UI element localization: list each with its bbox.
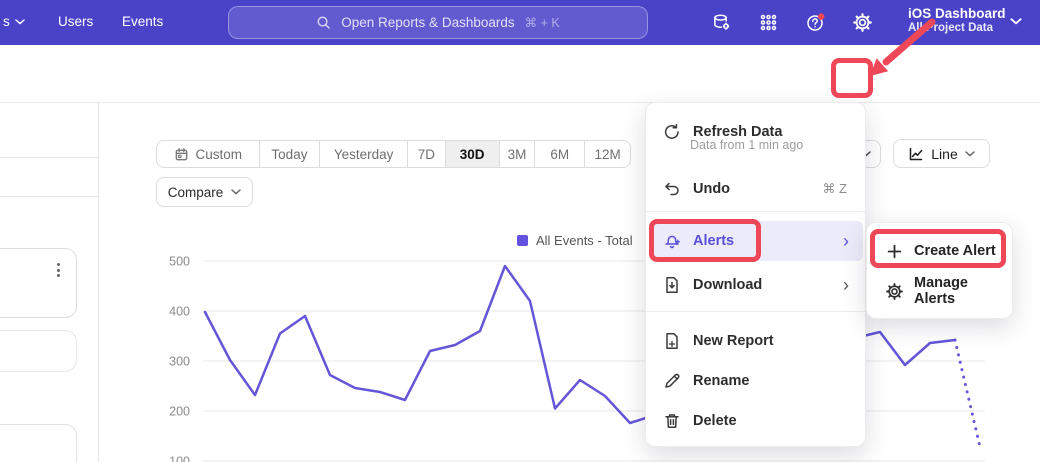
chevron-right-icon: › (843, 276, 849, 294)
gear-icon (886, 283, 903, 300)
date-range-yesterday[interactable]: Yesterday (319, 141, 407, 167)
alerts-submenu: Create Alert Manage Alerts (866, 222, 1013, 319)
menu-item-alerts[interactable]: Alerts › (650, 221, 863, 261)
dashboard-name: iOS Dashboard (908, 5, 1006, 22)
pencil-icon (663, 372, 681, 390)
app-window: s Users Events Open Reports & Dashboards… (0, 0, 1040, 462)
svg-text:200: 200 (169, 405, 190, 419)
menu-divider (646, 211, 867, 212)
search-placeholder: Open Reports & Dashboards (341, 15, 514, 30)
data-management-icon[interactable] (712, 13, 731, 32)
plus-icon (886, 243, 903, 260)
undo-shortcut: ⌘ Z (822, 181, 847, 197)
new-document-icon (663, 332, 681, 350)
legend-label: All Events - Total (536, 233, 633, 248)
undo-icon (663, 180, 681, 198)
svg-text:100: 100 (169, 455, 190, 462)
compare-button[interactable]: Compare (156, 177, 253, 207)
date-range-6m[interactable]: 6M (534, 141, 584, 167)
date-range-custom[interactable]: Custom (157, 141, 259, 167)
legend-swatch (517, 235, 528, 246)
help-icon[interactable] (806, 13, 825, 32)
chevron-down-icon (1010, 18, 1022, 25)
date-range-selector: Custom Today Yesterday 7D 30D 3M 6M 12M (156, 140, 631, 168)
panel-divider (0, 196, 99, 197)
panel-divider (0, 157, 99, 158)
date-range-7d[interactable]: 7D (407, 141, 445, 167)
trash-icon (663, 412, 681, 430)
svg-text:400: 400 (169, 305, 190, 319)
bell-plus-icon (663, 232, 681, 250)
chart-type-button[interactable]: Line (893, 139, 990, 168)
nav-item-truncated[interactable]: s (3, 14, 25, 29)
report-header (0, 45, 1040, 103)
line-chart-icon (908, 146, 924, 162)
card-kebab-menu-icon[interactable] (57, 263, 60, 277)
svg-text:300: 300 (169, 355, 190, 369)
more-options-menu: Refresh Data Undo ⌘ Z Alerts › Download … (645, 102, 866, 447)
search-icon (316, 15, 331, 30)
menu-item-delete[interactable]: Delete (650, 403, 863, 439)
nav-icon-group (712, 13, 872, 32)
metric-card[interactable] (0, 248, 77, 318)
submenu-item-manage-alerts[interactable]: Manage Alerts (872, 273, 1009, 309)
settings-gear-icon[interactable] (853, 13, 872, 32)
project-switcher[interactable]: iOS Dashboard All Project Data (908, 5, 1006, 35)
download-icon (663, 276, 681, 294)
chevron-down-icon (15, 19, 25, 25)
nav-item-users[interactable]: Users (58, 14, 93, 29)
date-range-3m[interactable]: 3M (499, 141, 535, 167)
svg-text:500: 500 (169, 255, 190, 269)
chevron-down-icon (231, 189, 241, 195)
search-shortcut: ⌘ + K (525, 15, 560, 30)
legend-item[interactable]: All Events - Total (517, 233, 633, 248)
date-range-12m[interactable]: 12M (584, 141, 630, 167)
nav-item-events[interactable]: Events (122, 14, 163, 29)
submenu-item-create-alert[interactable]: Create Alert (872, 233, 1009, 269)
project-scope: All Project Data (908, 22, 1006, 35)
add-metric-card[interactable] (0, 330, 77, 372)
chevron-down-icon (965, 151, 975, 157)
global-search-bar[interactable]: Open Reports & Dashboards ⌘ + K (228, 6, 648, 39)
menu-item-new-report[interactable]: New Report (650, 323, 863, 359)
date-range-today[interactable]: Today (259, 141, 320, 167)
filter-card[interactable] (0, 424, 77, 462)
top-navbar: s Users Events Open Reports & Dashboards… (0, 0, 1040, 45)
menu-item-download[interactable]: Download › (650, 267, 863, 303)
builder-left-panel (0, 103, 99, 462)
refresh-data-sublabel: Data from 1 min ago (690, 138, 803, 152)
chevron-right-icon: › (843, 232, 849, 250)
refresh-icon (663, 123, 681, 141)
date-range-30d[interactable]: 30D (445, 141, 499, 167)
calendar-icon (174, 147, 189, 162)
menu-divider (646, 311, 867, 312)
nav-item-truncated-label: s (3, 14, 10, 29)
menu-item-rename[interactable]: Rename (650, 363, 863, 399)
apps-grid-icon[interactable] (759, 13, 778, 32)
menu-item-undo[interactable]: Undo ⌘ Z (650, 171, 863, 207)
